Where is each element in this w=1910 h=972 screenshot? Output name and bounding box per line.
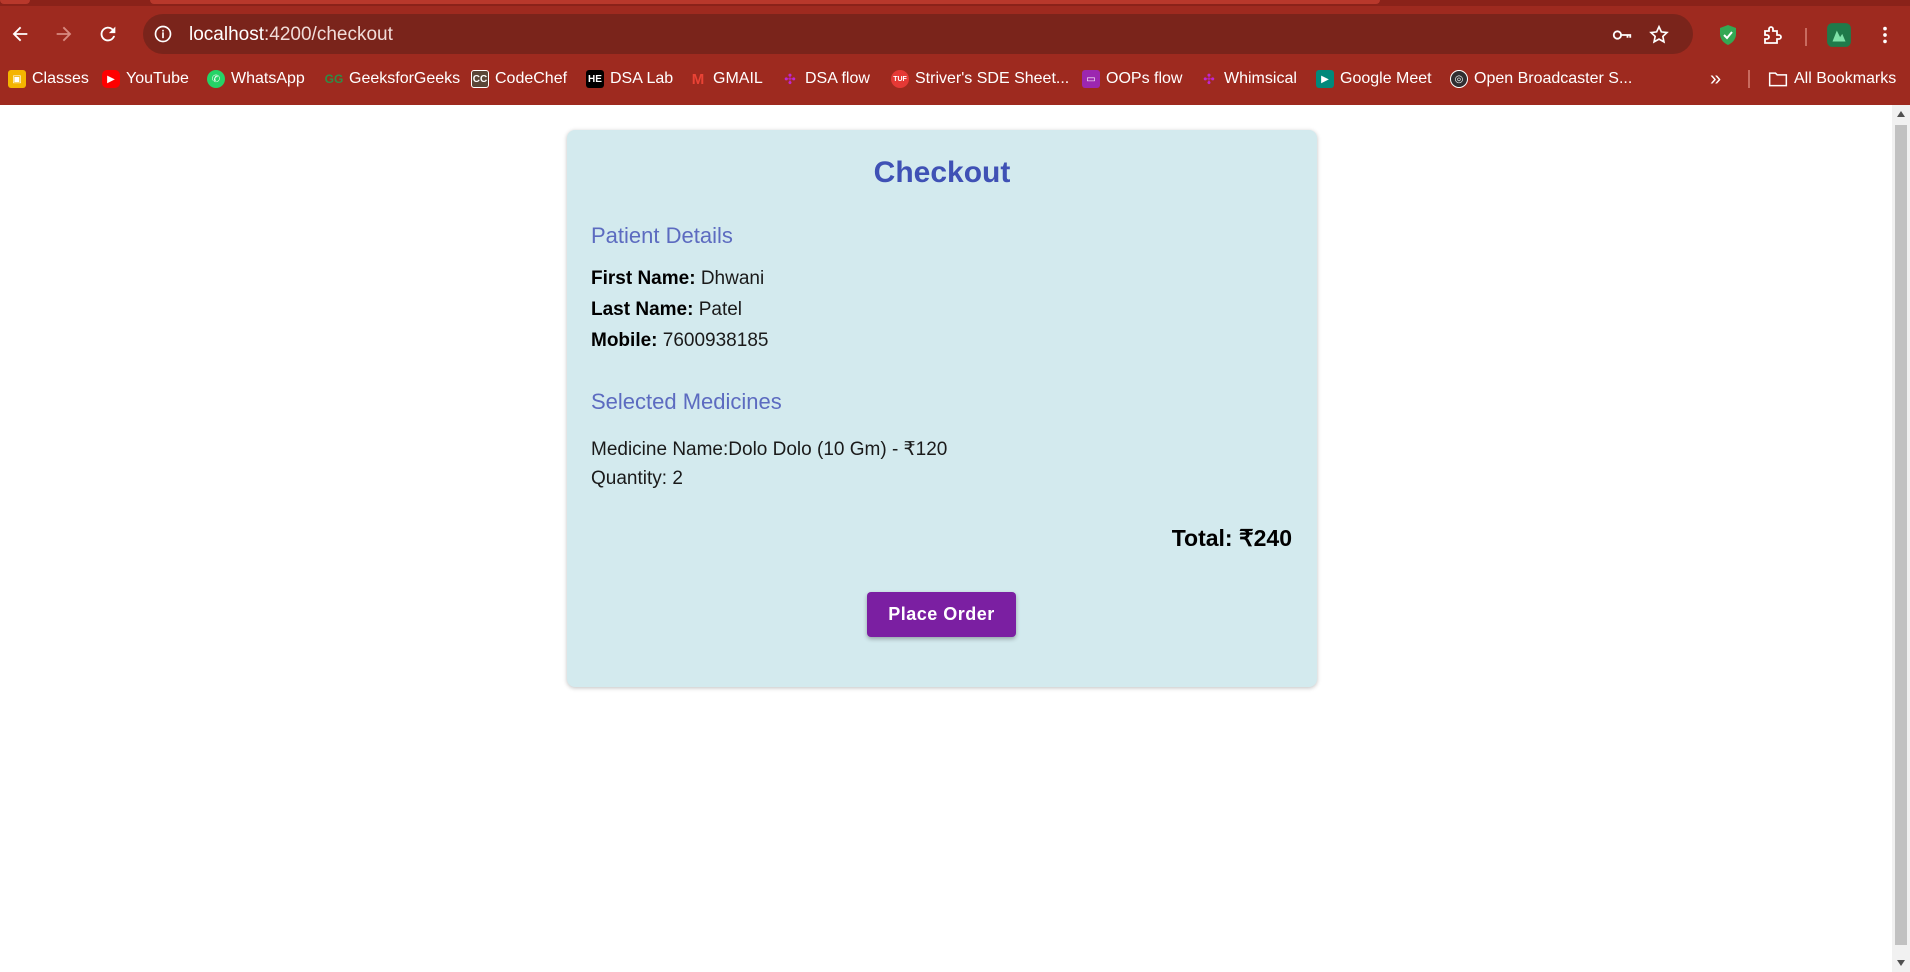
- chevron-double-right-icon: »: [1710, 67, 1722, 90]
- gmail-icon: M: [691, 70, 705, 88]
- mobile-value: 7600938185: [662, 330, 769, 351]
- address-bar[interactable]: localhost:4200/checkout: [143, 14, 1693, 54]
- scroll-up-icon[interactable]: [1896, 109, 1906, 119]
- browser-menu-icon[interactable]: [1872, 22, 1898, 48]
- whatsapp-icon: ✆: [207, 70, 225, 88]
- last-name-row: Last Name: Patel: [591, 299, 742, 321]
- last-name-label: Last Name:: [591, 299, 694, 320]
- gfg-icon: GG: [324, 72, 344, 86]
- last-name-value: Patel: [698, 299, 743, 320]
- bookmark-obs[interactable]: ◎ Open Broadcaster S...: [1450, 67, 1632, 91]
- bookmark-geeksforgeeks[interactable]: GG GeeksforGeeks: [325, 67, 460, 91]
- whimsical-icon: ▭: [1082, 70, 1100, 88]
- youtube-icon: ▶: [102, 70, 120, 88]
- first-name-row: First Name: Dhwani: [591, 268, 764, 290]
- bookmark-whimsical[interactable]: ✣ Whimsical: [1200, 67, 1297, 91]
- bookmark-star-icon[interactable]: [1648, 24, 1670, 46]
- back-arrow-icon: [12, 26, 28, 42]
- active-tab-edge[interactable]: [150, 0, 1380, 4]
- patient-details-heading: Patient Details: [591, 223, 733, 248]
- reload-icon: [100, 26, 116, 42]
- medicine-name-line: Medicine Name:Dolo Dolo (10 Gm) - ₹120: [591, 439, 948, 460]
- page-scrollbar[interactable]: [1892, 105, 1910, 972]
- bookmark-dsa-flow[interactable]: ✣ DSA flow: [781, 67, 870, 91]
- bookmark-gmail[interactable]: M GMAIL: [689, 67, 763, 91]
- folder-icon: [1768, 72, 1788, 87]
- bookmark-youtube[interactable]: ▶ YouTube: [102, 67, 189, 91]
- bookmark-oops-flow[interactable]: ▭ OOPs flow: [1082, 67, 1182, 91]
- shield-extension-icon[interactable]: [1715, 22, 1741, 48]
- bookmark-whatsapp[interactable]: ✆ WhatsApp: [207, 67, 305, 91]
- meet-icon: ▶: [1316, 70, 1334, 88]
- profile-avatar[interactable]: [1826, 22, 1852, 48]
- medicine-quantity-line: Quantity: 2: [591, 468, 683, 489]
- whimsical-icon: ✣: [1203, 70, 1215, 87]
- tab-edge: [0, 0, 30, 4]
- bookmarks-divider: [1748, 70, 1750, 88]
- password-key-icon[interactable]: [1611, 24, 1633, 46]
- scroll-thumb[interactable]: [1895, 125, 1907, 945]
- bookmark-dsa-lab[interactable]: HE DSA Lab: [586, 67, 673, 91]
- browser-chrome: localhost:4200/checkout ▣ Classes ▶ YouT…: [0, 0, 1910, 105]
- order-total: Total: ₹240: [1171, 525, 1292, 551]
- hackerearth-icon: HE: [586, 70, 604, 88]
- tuf-icon: TUF: [891, 70, 909, 88]
- url-text[interactable]: localhost:4200/checkout: [189, 24, 393, 46]
- toolbar-divider: [1805, 28, 1807, 46]
- back-button[interactable]: [2, 16, 38, 52]
- browser-toolbar: localhost:4200/checkout: [0, 8, 1910, 58]
- all-bookmarks-button[interactable]: All Bookmarks: [1768, 67, 1896, 91]
- forward-button[interactable]: [46, 16, 82, 52]
- reload-button[interactable]: [90, 16, 126, 52]
- place-order-button[interactable]: Place Order: [867, 592, 1016, 637]
- selected-medicines-heading: Selected Medicines: [591, 389, 782, 414]
- extensions-puzzle-icon[interactable]: [1760, 22, 1786, 48]
- bookmark-codechef[interactable]: CC CodeChef: [471, 67, 567, 91]
- first-name-label: First Name:: [591, 268, 696, 289]
- checkout-card: Checkout Patient Details First Name: Dhw…: [567, 130, 1317, 687]
- forward-arrow-icon: [56, 26, 72, 42]
- bookmark-strivers-sheet[interactable]: TUF Striver's SDE Sheet...: [891, 67, 1069, 91]
- bookmark-google-meet[interactable]: ▶ Google Meet: [1316, 67, 1432, 91]
- checkout-title: Checkout: [873, 156, 1011, 189]
- scroll-down-icon[interactable]: [1896, 958, 1906, 968]
- bookmarks-bar: ▣ Classes ▶ YouTube ✆ WhatsApp GG Geeksf…: [0, 64, 1910, 94]
- bookmarks-overflow-button[interactable]: »: [1710, 67, 1721, 91]
- obs-icon: ◎: [1450, 70, 1468, 88]
- classroom-icon: ▣: [8, 70, 26, 88]
- first-name-value: Dhwani: [700, 268, 765, 289]
- mobile-row: Mobile: 7600938185: [591, 330, 768, 352]
- whimsical-icon: ✣: [784, 70, 796, 87]
- codechef-icon: CC: [471, 70, 489, 88]
- bookmark-classes[interactable]: ▣ Classes: [8, 67, 89, 91]
- site-info-icon[interactable]: [153, 24, 173, 44]
- mobile-label: Mobile:: [591, 330, 658, 351]
